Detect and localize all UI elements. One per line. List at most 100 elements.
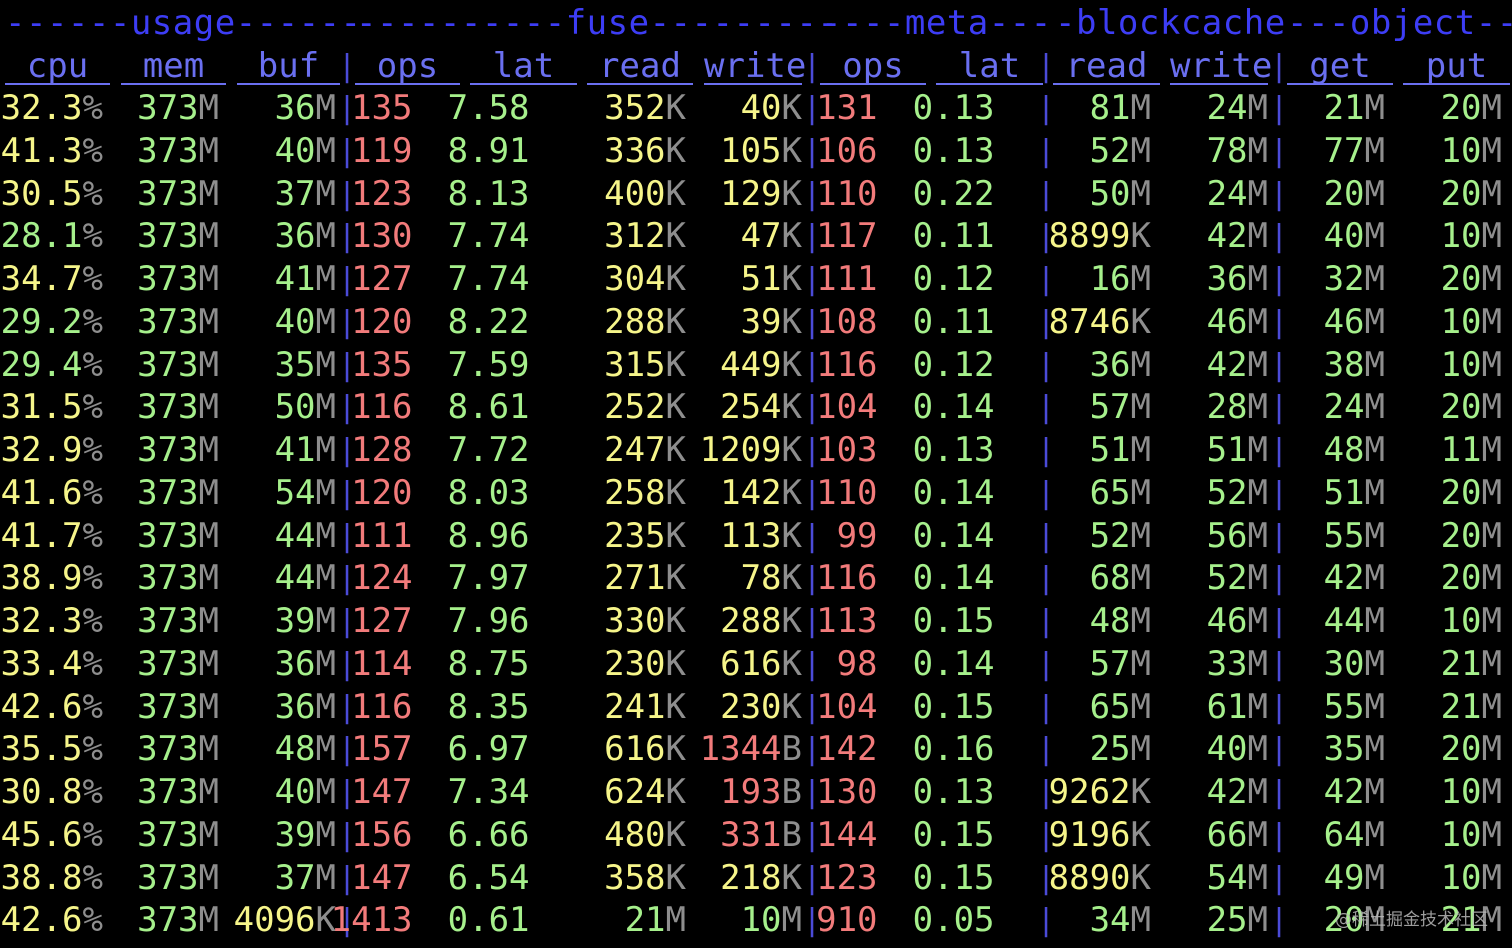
- cell-value: 30.8: [0, 772, 83, 812]
- cell-write: 46M: [1207, 600, 1268, 643]
- cell-mem: 373M: [137, 557, 219, 600]
- cell-unit: %: [82, 729, 103, 770]
- cell-value: 373: [137, 729, 199, 770]
- cell-unit: M: [1481, 472, 1502, 513]
- cell-buf: 37M: [275, 857, 336, 900]
- group-usage: ------usage------: [5, 3, 362, 43]
- cell-value: 135: [351, 344, 413, 385]
- cell-put: 11M: [1441, 429, 1502, 472]
- column-header-ops-7: ops: [842, 46, 904, 86]
- cell-unit: M: [1364, 814, 1385, 855]
- header-underline: [1403, 83, 1510, 85]
- cell-value: 21: [624, 900, 666, 941]
- column-header-write-6: write: [704, 46, 807, 86]
- cell-write: 113K: [720, 515, 802, 558]
- cell-unit: B: [781, 729, 802, 770]
- cell-unit: K: [665, 301, 686, 342]
- group-separator: |: [803, 518, 822, 554]
- cell-value: 37: [274, 857, 316, 898]
- cell-value: 373: [137, 686, 199, 727]
- cell-unit: %: [82, 430, 103, 470]
- cell-value: 0.14: [912, 558, 995, 599]
- cell-unit: K: [665, 430, 686, 470]
- cell-value: 616: [720, 643, 782, 684]
- cell-unit: K: [665, 472, 686, 513]
- cell-unit: M: [1247, 430, 1268, 470]
- cell-value: 117: [816, 216, 878, 257]
- cell-value: 61: [1206, 686, 1248, 727]
- cell-value: 9262: [1048, 772, 1131, 812]
- cell-value: 51: [1323, 472, 1365, 513]
- group-fuse: ----------fuse---------: [356, 3, 839, 43]
- cell-unit: M: [1481, 601, 1502, 641]
- cell-unit: K: [781, 857, 802, 898]
- cell-write: 28M: [1207, 386, 1268, 429]
- group-separator: |: [338, 49, 357, 84]
- cell-ops: 144: [816, 814, 898, 857]
- cell-unit: M: [1247, 259, 1268, 299]
- cell-unit: [413, 345, 433, 385]
- cell-write: 331B: [720, 814, 802, 857]
- group-separator: |: [1270, 775, 1289, 810]
- cell-lat: 0.05: [913, 899, 1015, 942]
- cell-ops: 104: [816, 386, 898, 429]
- cell-unit: %: [82, 857, 103, 898]
- cell-read: 65M: [1090, 472, 1151, 515]
- cell-value: 41: [274, 259, 316, 299]
- cell-unit: M: [1247, 173, 1268, 214]
- cell-value: 124: [351, 558, 413, 599]
- cell-value: 32.3: [0, 601, 83, 641]
- cell-value: 156: [351, 814, 413, 855]
- column-header-ops-3: ops: [376, 46, 439, 86]
- cell-value: 50: [274, 387, 316, 428]
- cell-read: 247K: [604, 429, 686, 472]
- cell-ops: 114: [351, 643, 433, 686]
- cell-value: 20: [1440, 259, 1482, 299]
- group-separator: |: [1037, 91, 1056, 126]
- cell-get: 21M: [1324, 87, 1385, 130]
- group-separator: |: [1270, 817, 1289, 853]
- cell-get: 64M: [1324, 814, 1385, 857]
- cell-value: 0.15: [912, 857, 995, 898]
- cell-value: 50: [1089, 173, 1131, 214]
- cell-unit: M: [1481, 772, 1502, 812]
- cell-value: 41: [274, 430, 316, 470]
- cell-unit: M: [1481, 259, 1502, 299]
- cell-lat: 7.74: [448, 258, 550, 301]
- cell-write: 54M: [1207, 857, 1268, 900]
- cell-buf: 39M: [275, 600, 336, 643]
- cell-ops: 116: [351, 386, 433, 429]
- cell-unit: K: [665, 259, 686, 299]
- cell-unit: K: [781, 88, 802, 128]
- cell-value: 113: [816, 601, 878, 641]
- cell-value: 42: [1323, 772, 1365, 812]
- cell-unit: [878, 216, 898, 256]
- cell-value: 373: [137, 601, 199, 641]
- group-separator: |: [1270, 689, 1289, 725]
- cell-value: 218: [720, 857, 782, 898]
- cell-value: 44: [274, 515, 316, 556]
- cell-ops: 99: [837, 515, 898, 558]
- cell-unit: K: [781, 643, 802, 684]
- cell-unit: M: [1130, 88, 1151, 128]
- cell-unit: [530, 259, 550, 299]
- cell-ops: 104: [816, 686, 898, 729]
- cell-read: 352K: [604, 87, 686, 130]
- group-separator: |: [1037, 689, 1056, 725]
- cell-value: 36: [274, 643, 316, 684]
- cell-buf: 36M: [275, 215, 336, 258]
- group-separator: |: [803, 646, 822, 682]
- cell-unit: M: [315, 601, 336, 641]
- cell-unit: K: [665, 216, 686, 257]
- cell-unit: [413, 216, 433, 256]
- cell-mem: 373M: [137, 386, 219, 429]
- cell-value: 51: [1089, 430, 1131, 470]
- cell-value: 10: [1440, 130, 1482, 171]
- cell-unit: M: [198, 259, 219, 299]
- cell-cpu: 31.5%: [1, 386, 103, 429]
- cell-value: 0.14: [912, 515, 995, 556]
- cell-value: 31.5: [0, 387, 83, 428]
- cell-buf: 50M: [275, 386, 336, 429]
- cell-value: 271: [604, 558, 666, 599]
- cell-value: 0.13: [912, 430, 995, 470]
